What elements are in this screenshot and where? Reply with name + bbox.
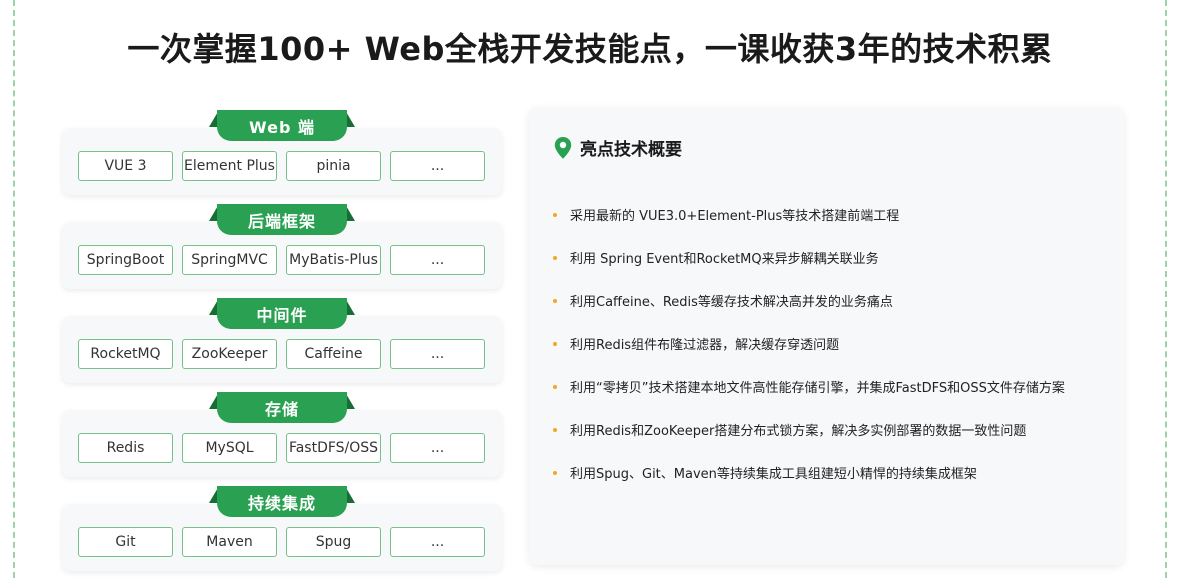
tech-chip: FastDFS/OSS: [286, 433, 381, 463]
dashed-border-right: [1165, 0, 1167, 578]
list-item: 利用Caffeine、Redis等缓存技术解决高并发的业务痛点: [553, 279, 1120, 322]
location-pin-icon: [554, 136, 572, 159]
bullet-dot-icon: [553, 384, 557, 389]
list-item: 采用最新的 VUE3.0+Element-Plus等技术搭建前端工程: [553, 193, 1120, 236]
page-headline: 一次掌握100+ Web全栈开发技能点，一课收获3年的技术积累: [127, 30, 1053, 68]
group-tag: 后端框架: [209, 204, 355, 235]
bullet-dot-icon: [553, 298, 557, 303]
tech-stack-column: Web 端 VUE 3 Element Plus pinia ... 后端框架 …: [62, 110, 502, 578]
list-item: 利用Spug、Git、Maven等持续集成工具组建短小精悍的持续集成框架: [553, 451, 1120, 494]
group-tag: 存储: [209, 392, 355, 423]
tech-group-storage: 存储 Redis MySQL FastDFS/OSS ...: [62, 392, 502, 486]
tech-chip: Spug: [286, 527, 381, 557]
tech-chip: ZooKeeper: [182, 339, 277, 369]
tech-chip: VUE 3: [78, 151, 173, 181]
list-item: 利用 Spring Event和RocketMQ来异步解耦关联业务: [553, 236, 1120, 279]
tech-chip: MyBatis-Plus: [286, 245, 381, 275]
list-item: 利用“零拷贝”技术搭建本地文件高性能存储引擎，并集成FastDFS和OSS文件存…: [553, 365, 1120, 408]
tech-chip-more: ...: [390, 527, 485, 557]
group-tag-label: Web 端: [217, 110, 347, 141]
panel-header: 亮点技术概要: [554, 135, 682, 160]
group-tag-label: 持续集成: [217, 486, 347, 517]
highlights-panel: 亮点技术概要 采用最新的 VUE3.0+Element-Plus等技术搭建前端工…: [529, 107, 1124, 565]
group-tag: 持续集成: [209, 486, 355, 517]
tech-chip-more: ...: [390, 245, 485, 275]
tech-chip: Element Plus: [182, 151, 277, 181]
list-item: 利用Redis和ZooKeeper搭建分布式锁方案，解决多实例部署的数据一致性问…: [553, 408, 1120, 451]
group-tag-label: 存储: [217, 392, 347, 423]
tech-chip: Maven: [182, 527, 277, 557]
bullet-dot-icon: [553, 212, 557, 217]
bullet-dot-icon: [553, 341, 557, 346]
highlights-list: 采用最新的 VUE3.0+Element-Plus等技术搭建前端工程 利用 Sp…: [553, 193, 1120, 494]
group-tag-label: 后端框架: [217, 204, 347, 235]
dashed-border-left: [13, 0, 15, 578]
tech-chip: SpringMVC: [182, 245, 277, 275]
bullet-dot-icon: [553, 427, 557, 432]
tech-chip: pinia: [286, 151, 381, 181]
tech-group-ci: 持续集成 Git Maven Spug ...: [62, 486, 502, 578]
group-tag-label: 中间件: [217, 298, 347, 329]
tech-chip-more: ...: [390, 151, 485, 181]
tech-chip: Caffeine: [286, 339, 381, 369]
tech-chip: Redis: [78, 433, 173, 463]
tech-chip-more: ...: [390, 339, 485, 369]
tech-group-backend: 后端框架 SpringBoot SpringMVC MyBatis-Plus .…: [62, 204, 502, 298]
list-item: 利用Redis组件布隆过滤器，解决缓存穿透问题: [553, 322, 1120, 365]
tech-chip: MySQL: [182, 433, 277, 463]
tech-chip: Git: [78, 527, 173, 557]
bullet-dot-icon: [553, 255, 557, 260]
group-tag: 中间件: [209, 298, 355, 329]
group-tag: Web 端: [209, 110, 355, 141]
tech-chip: SpringBoot: [78, 245, 173, 275]
bullet-dot-icon: [553, 470, 557, 475]
panel-title: 亮点技术概要: [580, 140, 682, 160]
tech-chip: RocketMQ: [78, 339, 173, 369]
tech-group-web: Web 端 VUE 3 Element Plus pinia ...: [62, 110, 502, 204]
tech-group-middleware: 中间件 RocketMQ ZooKeeper Caffeine ...: [62, 298, 502, 392]
tech-chip-more: ...: [390, 433, 485, 463]
